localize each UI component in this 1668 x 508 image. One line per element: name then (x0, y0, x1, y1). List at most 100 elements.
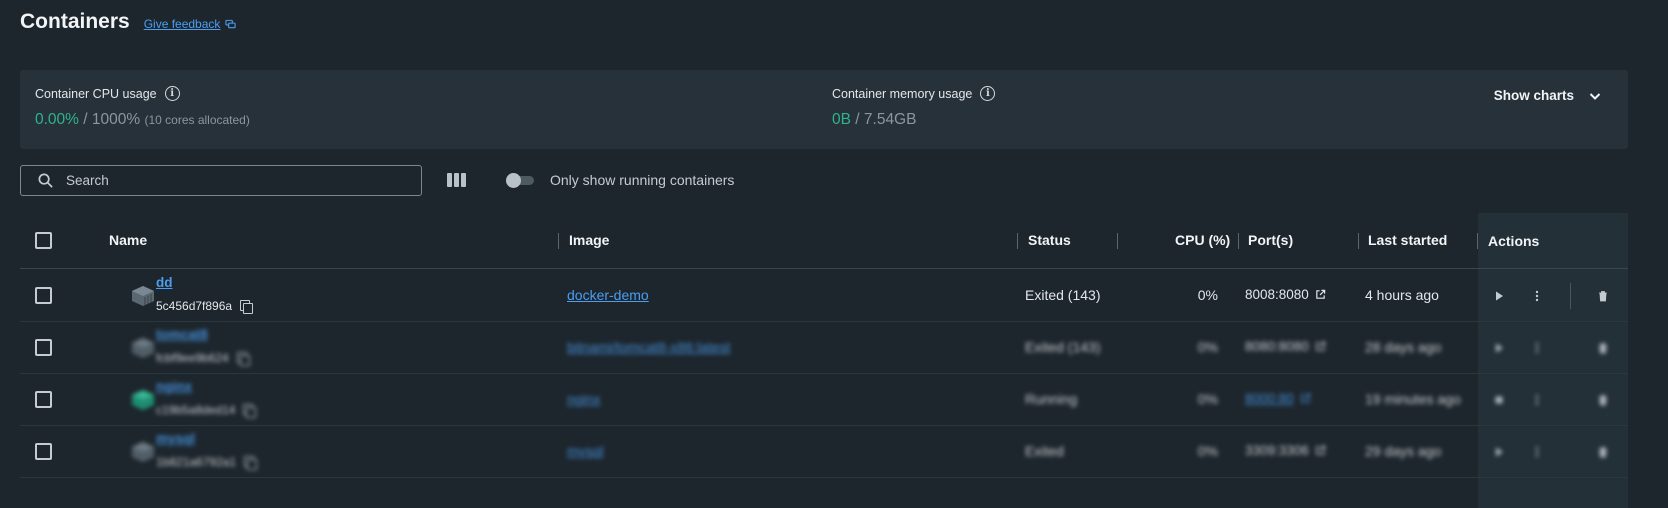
search-icon (38, 173, 53, 188)
more-actions-button[interactable] (1528, 287, 1546, 305)
start-button[interactable] (1490, 443, 1508, 461)
port-mapping[interactable]: 8000:80 (1245, 391, 1311, 406)
status-text: Exited (143) (1025, 339, 1101, 355)
table-row[interactable]: mysql 1b821a6792a1 mysql Exited 0% 3309:… (20, 426, 1628, 478)
header-last-started[interactable]: Last started (1368, 232, 1447, 248)
toggle-knob (506, 173, 521, 188)
table-row[interactable]: nginx c19b5a8ded14 nginx Running 0% 8000… (20, 374, 1628, 426)
more-actions-button[interactable] (1528, 339, 1546, 357)
show-charts-button[interactable]: Show charts (1494, 88, 1602, 103)
port-mapping[interactable]: 8080:8080 (1245, 339, 1326, 354)
stop-button[interactable] (1490, 391, 1508, 409)
delete-button[interactable] (1594, 443, 1612, 461)
copy-icon[interactable] (236, 352, 250, 366)
image-link[interactable]: mysql (567, 443, 604, 459)
cpu-value: 0% (1197, 391, 1218, 407)
row-checkbox[interactable] (35, 339, 52, 356)
row-checkbox[interactable] (35, 391, 52, 408)
external-link-icon (1316, 445, 1326, 455)
header-status[interactable]: Status (1028, 232, 1071, 248)
columns-toggle-icon[interactable] (447, 173, 466, 187)
last-started: 28 days ago (1365, 339, 1442, 355)
column-resizer[interactable] (1358, 233, 1359, 249)
container-id: 1b821a6792a1 (156, 455, 258, 470)
container-id: c19b5a8ded14 (156, 403, 257, 418)
delete-button[interactable] (1594, 287, 1612, 305)
status-text: Running (1025, 391, 1078, 407)
image-link[interactable]: bitnami/tomcat8-x86:latest (567, 339, 730, 355)
port-mapping[interactable]: 3309:3306 (1245, 443, 1326, 458)
delete-button[interactable] (1594, 391, 1612, 409)
row-checkbox[interactable] (35, 443, 52, 460)
kebab-menu-icon (1535, 394, 1539, 406)
column-resizer[interactable] (558, 233, 559, 249)
cpu-total-value: / 1000% (83, 111, 141, 128)
containers-table: Name Image Status CPU (%) Port(s) Last s… (20, 213, 1628, 508)
trash-icon (1599, 291, 1607, 302)
cpu-usage-label: Container CPU usage (35, 86, 157, 101)
container-name-link[interactable]: tomcat8 (156, 327, 208, 342)
status-text: Exited (143) (1025, 287, 1101, 303)
show-charts-label: Show charts (1493, 88, 1574, 103)
header-cpu[interactable]: CPU (%) (1175, 232, 1230, 248)
info-icon[interactable]: i (164, 86, 180, 101)
port-mapping[interactable]: 8008:8080 (1245, 287, 1326, 302)
copy-icon[interactable] (240, 300, 254, 314)
more-actions-button[interactable] (1528, 443, 1546, 461)
container-icon (132, 442, 154, 462)
give-feedback-link[interactable]: Give feedback (144, 17, 237, 31)
last-started: 4 hours ago (1365, 287, 1439, 303)
info-icon[interactable]: i (980, 86, 996, 101)
running-only-label: Only show running containers (550, 172, 735, 188)
chevron-down-icon (1589, 92, 1601, 100)
status-text: Exited (1025, 443, 1064, 459)
more-actions-button[interactable] (1528, 391, 1546, 409)
external-link-icon (1316, 289, 1326, 299)
copy-icon[interactable] (244, 456, 258, 470)
column-resizer[interactable] (1477, 233, 1478, 249)
play-icon (1496, 447, 1503, 457)
external-link-icon (1301, 393, 1311, 403)
cpu-cores-note: (10 cores allocated) (144, 113, 250, 127)
container-icon (132, 338, 154, 358)
container-id: fcbf9ee9b624 (156, 351, 250, 366)
start-button[interactable] (1490, 287, 1508, 305)
image-link[interactable]: nginx (567, 391, 600, 407)
header-name[interactable]: Name (109, 232, 147, 248)
search-field[interactable] (20, 165, 422, 196)
header-ports[interactable]: Port(s) (1248, 232, 1293, 248)
table-row[interactable]: tomcat8 fcbf9ee9b624 bitnami/tomcat8-x86… (20, 322, 1628, 374)
column-resizer[interactable] (1238, 233, 1239, 249)
column-resizer[interactable] (1017, 233, 1018, 249)
kebab-menu-icon (1535, 446, 1539, 458)
kebab-menu-icon (1535, 342, 1539, 354)
start-button[interactable] (1490, 339, 1508, 357)
container-icon (132, 286, 154, 306)
cpu-used-value: 0.00% (35, 111, 79, 128)
image-link[interactable]: docker-demo (567, 287, 649, 303)
container-name-link[interactable]: dd (156, 275, 173, 290)
delete-button[interactable] (1594, 339, 1612, 357)
containers-page: Containers Give feedback Container CPU u… (0, 0, 1668, 508)
page-title: Containers (20, 10, 130, 33)
memory-usage-label: Container memory usage (832, 86, 973, 101)
memory-total-value: / 7.54GB (855, 111, 917, 128)
table-header: Name Image Status CPU (%) Port(s) Last s… (20, 213, 1628, 269)
trash-icon (1599, 395, 1607, 406)
search-input[interactable] (66, 173, 386, 188)
give-feedback-label: Give feedback (143, 17, 221, 31)
container-name-link[interactable]: nginx (156, 379, 192, 394)
last-started: 29 days ago (1365, 443, 1442, 459)
cpu-usage-stat: Container CPU usage i 0.00% / 1000% (10 … (35, 86, 250, 129)
last-started: 19 minutes ago (1365, 391, 1461, 407)
table-row[interactable]: dd 5c456d7f896a docker-demo Exited (143)… (20, 270, 1628, 322)
header-image[interactable]: Image (569, 232, 609, 248)
copy-icon[interactable] (243, 404, 257, 418)
container-name-link[interactable]: mysql (156, 431, 195, 446)
row-checkbox[interactable] (35, 287, 52, 304)
play-icon (1496, 291, 1503, 301)
running-only-toggle[interactable] (506, 173, 534, 188)
column-resizer[interactable] (1117, 233, 1118, 249)
select-all-checkbox[interactable] (35, 232, 52, 249)
kebab-menu-icon (1535, 290, 1539, 302)
